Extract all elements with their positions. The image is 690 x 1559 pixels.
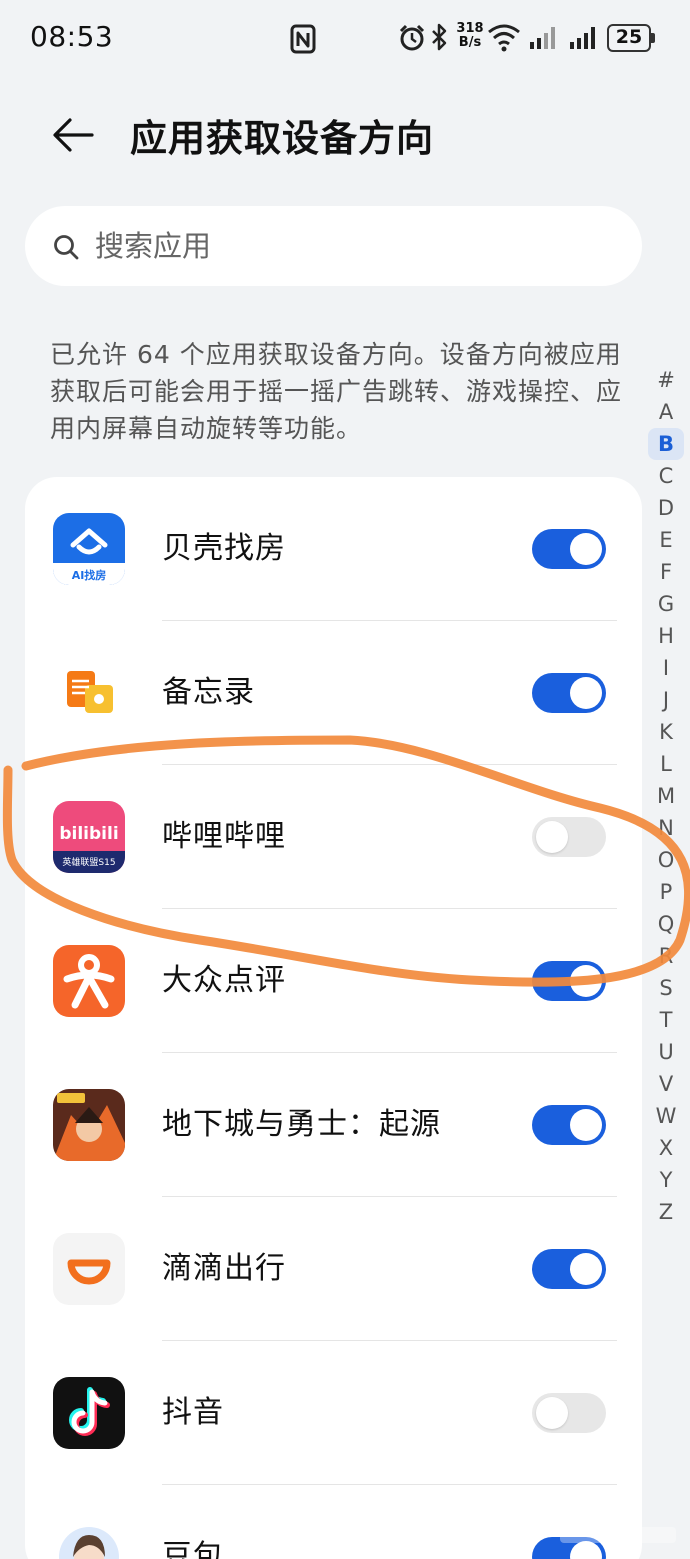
bilibili-icon-sublabel: 英雄联盟S15 (62, 856, 115, 868)
alphabet-letter[interactable]: N (648, 812, 684, 844)
app-row[interactable]: 地下城与勇士：起源 (25, 1053, 642, 1197)
app-row[interactable]: AI找房 贝壳找房 (25, 477, 642, 621)
alphabet-letter[interactable]: R (648, 940, 684, 972)
page-title: 应用获取设备方向 (130, 117, 434, 160)
alphabet-letter[interactable]: G (648, 588, 684, 620)
battery-icon: 25 (607, 24, 651, 52)
back-arrow-icon[interactable] (50, 112, 96, 158)
watermark (560, 1527, 676, 1543)
battery-tip (651, 33, 655, 43)
app-row[interactable]: 抖音 (25, 1341, 642, 1485)
alphabet-letter[interactable]: H (648, 620, 684, 652)
network-speed: 318 B/s (455, 22, 485, 50)
alphabet-letter[interactable]: E (648, 524, 684, 556)
app-name: 地下城与勇士：起源 (162, 1107, 441, 1142)
app-name: 大众点评 (162, 963, 286, 998)
alphabet-letter[interactable]: F (648, 556, 684, 588)
alphabet-letter[interactable]: S (648, 972, 684, 1004)
permission-toggle[interactable] (532, 529, 606, 569)
signal-icon (530, 27, 555, 49)
permission-description: 已允许 64 个应用获取设备方向。设备方向被应用获取后可能会用于摇一摇广告跳转、… (50, 340, 623, 443)
alphabet-letter[interactable]: J (648, 684, 684, 716)
status-time: 08:53 (30, 20, 114, 53)
app-row[interactable]: 豆包 (25, 1485, 642, 1559)
app-row[interactable]: bilibili 英雄联盟S15 哔哩哔哩 (25, 765, 642, 909)
permission-toggle[interactable] (532, 1105, 606, 1145)
alphabet-letter[interactable]: V (648, 1068, 684, 1100)
app-row[interactable]: 滴滴出行 (25, 1197, 642, 1341)
app-row[interactable]: 大众点评 (25, 909, 642, 1053)
alphabet-letter[interactable]: # (648, 364, 684, 396)
toggle-knob (570, 965, 602, 997)
toggle-knob (570, 533, 602, 565)
alphabet-index[interactable]: # A B C D E F G H I J K L M N O P Q R S T U V W X Y Z (648, 364, 684, 1228)
alphabet-letter[interactable]: B (648, 428, 684, 460)
memo-icon (53, 657, 125, 729)
alphabet-letter[interactable]: M (648, 780, 684, 812)
alphabet-letter[interactable]: Z (648, 1196, 684, 1228)
toggle-knob (536, 821, 568, 853)
alarm-icon (399, 24, 425, 51)
toggle-knob (570, 1253, 602, 1285)
alphabet-letter[interactable]: P (648, 876, 684, 908)
app-name: 滴滴出行 (162, 1251, 286, 1286)
toggle-knob (570, 677, 602, 709)
bilibili-icon-label: bilibili (59, 824, 118, 844)
douyin-icon (53, 1377, 125, 1449)
signal-icon (570, 27, 595, 49)
alphabet-letter[interactable]: I (648, 652, 684, 684)
alphabet-letter[interactable]: T (648, 1004, 684, 1036)
app-name: 备忘录 (162, 675, 255, 710)
speed-unit: B/s (458, 35, 482, 50)
bilibili-icon: bilibili 英雄联盟S15 (53, 801, 125, 873)
search-box[interactable] (25, 206, 642, 286)
bluetooth-icon (432, 23, 447, 51)
didi-icon (53, 1233, 125, 1305)
toggle-knob (570, 1109, 602, 1141)
status-bar: 08:53 318 B/s 25 (0, 0, 690, 80)
permission-toggle[interactable] (532, 1393, 606, 1433)
permission-toggle[interactable] (532, 961, 606, 1001)
alphabet-letter[interactable]: Y (648, 1164, 684, 1196)
speed-value: 318 (456, 21, 484, 36)
alphabet-letter[interactable]: A (648, 396, 684, 428)
beike-icon-label: AI找房 (72, 568, 107, 582)
alphabet-letter[interactable]: Q (648, 908, 684, 940)
search-input[interactable] (95, 206, 615, 286)
alphabet-letter[interactable]: O (648, 844, 684, 876)
toggle-knob (536, 1397, 568, 1429)
dianping-icon (53, 945, 125, 1017)
alphabet-letter[interactable]: L (648, 748, 684, 780)
app-name: 贝壳找房 (162, 531, 286, 566)
alphabet-letter[interactable]: C (648, 460, 684, 492)
permission-toggle[interactable] (532, 673, 606, 713)
alphabet-letter[interactable]: W (648, 1100, 684, 1132)
app-name: 哔哩哔哩 (162, 819, 286, 854)
app-row[interactable]: 备忘录 (25, 621, 642, 765)
app-name: 抖音 (162, 1395, 224, 1430)
alphabet-letter[interactable]: K (648, 716, 684, 748)
wifi-icon (488, 24, 520, 52)
alphabet-letter[interactable]: U (648, 1036, 684, 1068)
nfc-icon (290, 24, 316, 54)
alphabet-letter[interactable]: X (648, 1132, 684, 1164)
permission-toggle[interactable] (532, 817, 606, 857)
search-icon (54, 235, 79, 260)
beike-icon: AI找房 (53, 513, 125, 585)
permission-toggle[interactable] (532, 1249, 606, 1289)
app-name: 豆包 (162, 1539, 224, 1559)
dnf-icon (53, 1089, 125, 1161)
alphabet-letter[interactable]: D (648, 492, 684, 524)
doubao-icon (53, 1521, 125, 1559)
app-list: AI找房 贝壳找房备忘录 bilibili 英雄联盟S15 哔哩哔哩大众点评地下城与勇士… (25, 477, 642, 1559)
